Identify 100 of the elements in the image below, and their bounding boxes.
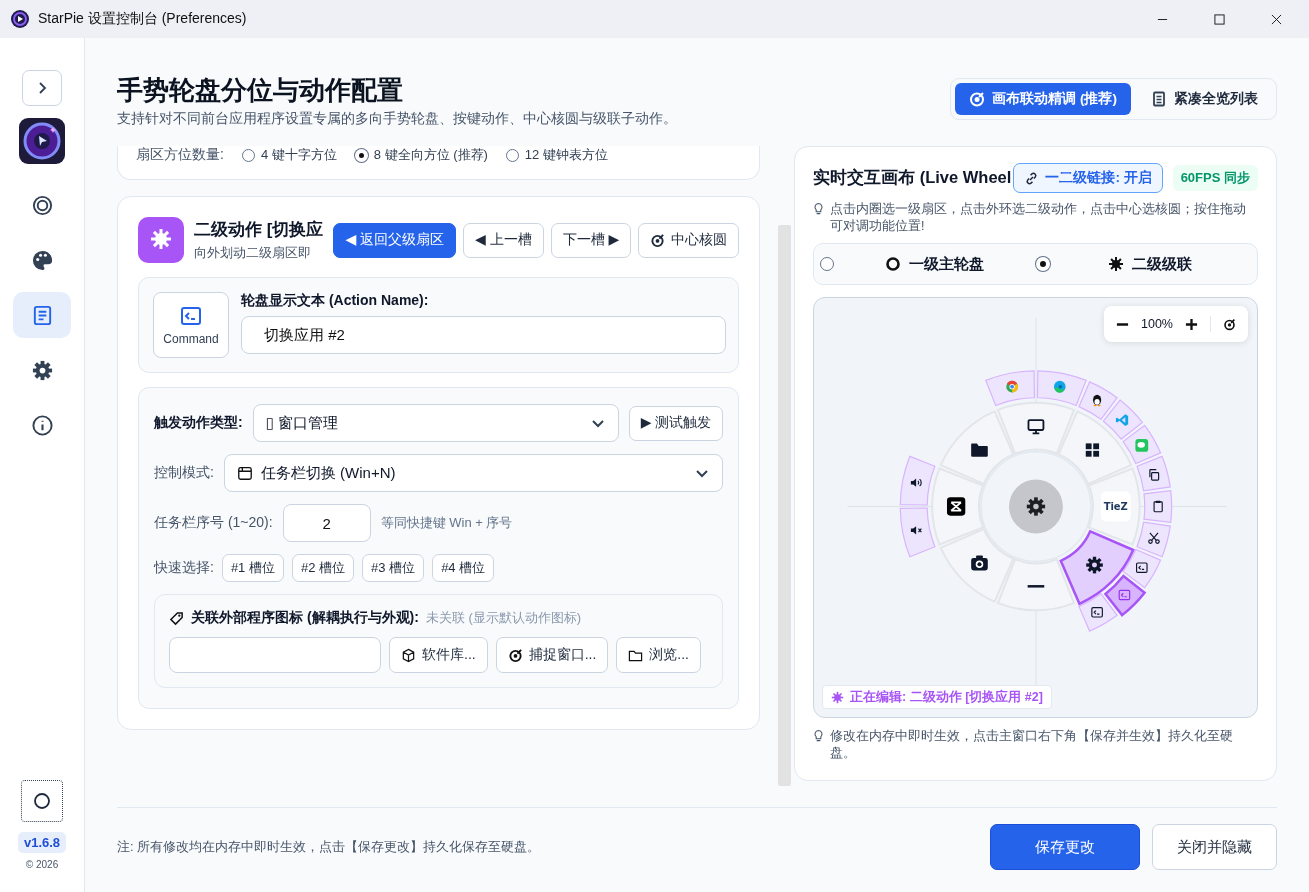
- window-icon: [236, 465, 253, 481]
- icon-source-button[interactable]: 捕捉窗口...: [495, 637, 609, 673]
- radio-label: 4 键十字方位: [260, 146, 337, 164]
- radio-option[interactable]: 12 键钟表方位: [505, 146, 608, 164]
- zoom-level: 100%: [1141, 317, 1173, 331]
- radio-option[interactable]: 4 键十字方位: [241, 146, 337, 164]
- icon-link-status: 未关联 (显示默认动作图标): [425, 609, 582, 627]
- canvas-title: 实时交互画布 (Live Wheel: [813, 167, 1012, 188]
- terminal-icon: [179, 304, 203, 328]
- icon-source-button[interactable]: 浏览...: [616, 637, 701, 673]
- page-subtitle: 支持针对不同前台应用程序设置专属的多向手势轮盘、按键动作、中心核圆与级联子动作。: [117, 110, 677, 128]
- radio-button[interactable]: [241, 148, 255, 162]
- layer-option[interactable]: 二级级联: [1035, 254, 1251, 274]
- outer-slot[interactable]: [1136, 521, 1171, 558]
- slot-hint: 等同快捷键 Win + 序号: [380, 514, 513, 532]
- view-tab[interactable]: 紧凑全览列表: [1137, 83, 1272, 115]
- radio-button[interactable]: [820, 257, 835, 271]
- mute-icon: [911, 526, 923, 535]
- footer-button[interactable]: 关闭并隐藏: [1152, 824, 1277, 870]
- field-label: 轮盘显示文本 (Action Name):: [241, 292, 430, 310]
- scissors-icon: [1148, 532, 1160, 544]
- target-icon: [30, 193, 54, 217]
- target-icon: [969, 91, 986, 107]
- slot-chip[interactable]: #4 槽位: [432, 554, 495, 582]
- nav-button[interactable]: ◀ 返回父级扇区: [333, 222, 457, 258]
- outer-slot[interactable]: [1078, 381, 1118, 420]
- gear-icon: [1086, 556, 1103, 574]
- version-badge: v1.6.8: [17, 832, 67, 853]
- icon-link-label: 关联外部程序图标 (解耦执行与外观):: [191, 609, 419, 627]
- field-label: 快速选择:: [154, 559, 214, 577]
- zoom-in-icon[interactable]: [1185, 317, 1198, 331]
- wheel-sector[interactable]: [1059, 530, 1135, 605]
- app-logo-icon: [19, 118, 65, 164]
- terminal-icon: [1091, 607, 1104, 618]
- nav-button[interactable]: 中心核圆: [638, 222, 740, 258]
- action-icon-tile[interactable]: Command: [153, 292, 229, 358]
- option-label: 一级主轮盘: [909, 254, 985, 274]
- copy-icon: [1149, 469, 1160, 481]
- lightbulb-icon: [813, 729, 825, 743]
- outer-slot[interactable]: [1143, 490, 1173, 523]
- ring-icon: [885, 256, 902, 272]
- monitor-icon: [1027, 419, 1045, 435]
- test-button[interactable]: ▶ 测试触发: [628, 405, 724, 441]
- field-label: 任务栏序号 (1~20):: [154, 514, 273, 532]
- maximize-icon[interactable]: [1214, 13, 1225, 25]
- action-name-field[interactable]: 切换应用 #2: [241, 316, 727, 354]
- editor-title: 二级动作 [切换应: [194, 219, 324, 241]
- radio-button[interactable]: [505, 148, 519, 162]
- link-status-badge[interactable]: 一二级链接: 开启: [1013, 163, 1163, 193]
- control-mode-dropdown[interactable]: 任务栏切换 (Win+N): [223, 454, 724, 492]
- footer-button[interactable]: 保存更改: [990, 824, 1140, 870]
- wheel-canvas[interactable]: TieZ 100% 正在编辑: 二级动作 [切换应用 #2]: [813, 297, 1258, 718]
- outer-slot[interactable]: [1104, 574, 1146, 617]
- radio-label: 12 键钟表方位: [524, 146, 608, 164]
- page-title: 手势轮盘分位与动作配置: [117, 74, 404, 106]
- target-icon: [650, 232, 666, 248]
- canvas-hint: 点击内圈选一级扇区，点击外环选二级动作，点击中心选核圆；按住拖动可对调功能位置!: [830, 201, 1248, 235]
- scrollbar[interactable]: [778, 225, 792, 786]
- settings-icon: [30, 358, 54, 382]
- center-core[interactable]: [1009, 479, 1063, 534]
- browser-logo-icon: [1054, 380, 1066, 393]
- link-icon: [1024, 170, 1040, 186]
- icon-tile-label: Command: [163, 332, 219, 346]
- icon-path-field[interactable]: [169, 637, 381, 673]
- action-type-dropdown[interactable]: ▯ 窗口管理: [252, 404, 619, 442]
- copyright-text: © 2026: [25, 859, 59, 870]
- sector-count-label: 扇区方位数量:: [136, 146, 224, 164]
- option-label: 二级级联: [1132, 254, 1193, 274]
- palette-icon: [30, 248, 54, 272]
- view-tab[interactable]: 画布联动精调 (推荐): [955, 83, 1131, 115]
- outer-slot[interactable]: [1136, 455, 1171, 492]
- slot-chip[interactable]: #3 槽位: [362, 554, 425, 582]
- layer-option[interactable]: 一级主轮盘: [820, 254, 1036, 274]
- slot-number-field[interactable]: 2: [282, 504, 371, 542]
- terminal-icon: [1118, 589, 1131, 601]
- list-icon: [1151, 91, 1167, 107]
- close-icon[interactable]: [1271, 13, 1282, 25]
- icon-source-button[interactable]: 软件库...: [389, 637, 488, 673]
- editing-text: 正在编辑: 二级动作 [切换应用 #2]: [850, 688, 1043, 706]
- grid-icon: [1085, 443, 1100, 457]
- penguin-icon: [1093, 394, 1102, 407]
- tag-icon: [169, 610, 184, 626]
- footer-note: 注: 所有修改均在内存中即时生效，点击【保存更改】持久化保存至硬盘。: [117, 838, 542, 856]
- outer-slot[interactable]: [1122, 548, 1162, 589]
- info-icon: [30, 413, 54, 437]
- fps-badge: 60FPS 同步: [1172, 165, 1258, 191]
- window-title: StarPie 设置控制台 (Preferences): [38, 10, 247, 28]
- app-logo-icon: [947, 497, 966, 516]
- minus-icon: [1027, 585, 1045, 588]
- outer-slot[interactable]: [1078, 593, 1118, 632]
- target-icon[interactable]: [1223, 317, 1236, 331]
- speaker-icon: [911, 478, 922, 487]
- lightbulb-icon: [813, 202, 825, 216]
- slot-chip[interactable]: #2 槽位: [291, 554, 355, 582]
- theme-button[interactable]: [21, 780, 63, 822]
- sidebar-item[interactable]: [13, 292, 71, 338]
- nav-button[interactable]: 下一槽 ▶: [550, 222, 632, 258]
- clipboard-icon: [1153, 500, 1163, 513]
- nav-button[interactable]: ◀ 上一槽: [463, 222, 544, 258]
- slot-chip[interactable]: #1 槽位: [221, 554, 284, 582]
